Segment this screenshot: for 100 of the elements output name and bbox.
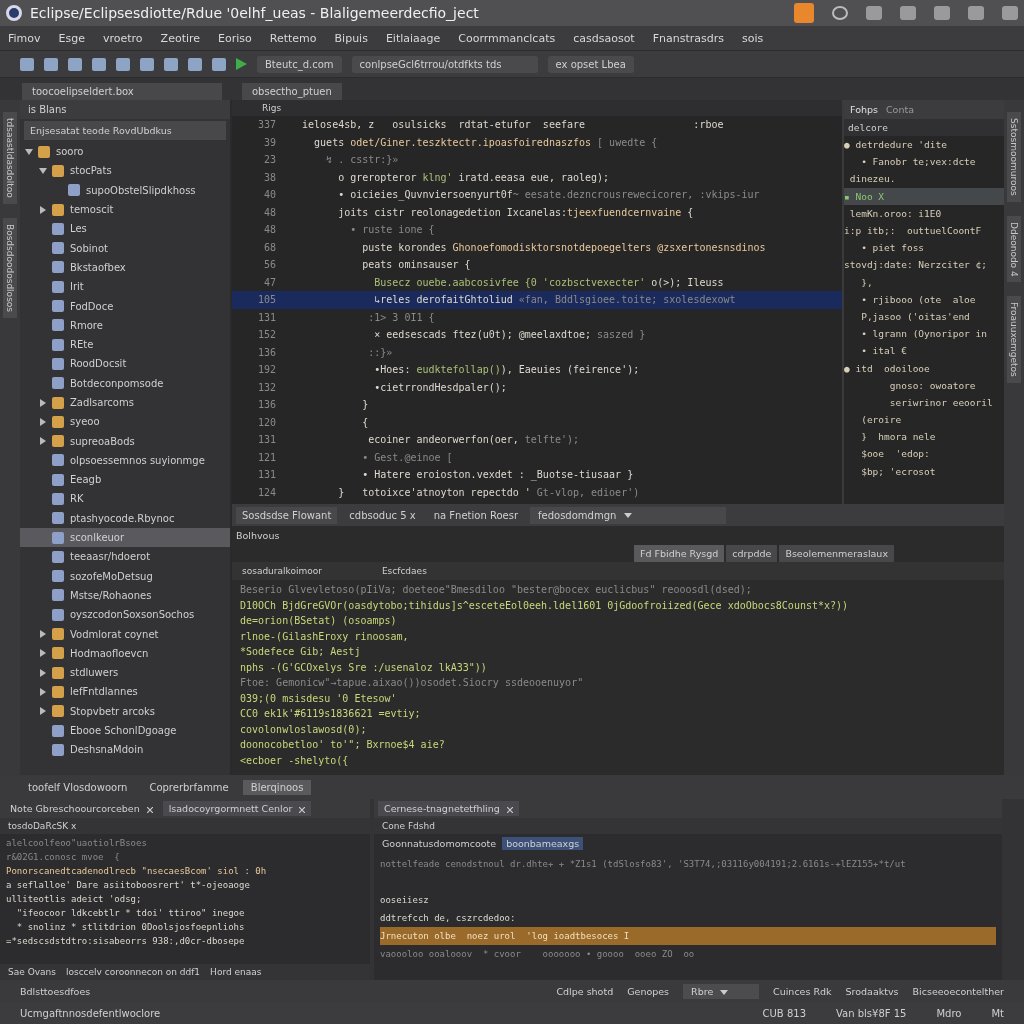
filter-dropdown[interactable]: Enjsesatat teode RovdUbdkus	[24, 121, 226, 140]
outline-item[interactable]: • lgrann (Oynoripor in	[844, 325, 1004, 343]
expand-arrow-icon[interactable]	[40, 707, 46, 716]
outline-item[interactable]: },	[844, 273, 1004, 291]
expand-arrow-icon[interactable]	[40, 649, 46, 658]
expand-arrow-icon[interactable]	[40, 687, 46, 696]
tree-item[interactable]: oyszcodonSoxsonSochos	[20, 605, 230, 625]
outline-item[interactable]: i:p itb;: outtuelCoontF	[844, 221, 1004, 240]
tree-item[interactable]: DeshsnaMdoin	[20, 740, 230, 760]
breadcrumb[interactable]: Rigs	[262, 103, 282, 113]
outline-item[interactable]: ● itd odoilooe	[844, 359, 1004, 377]
tree-item[interactable]: supreoaBods	[20, 431, 230, 451]
console-action-button[interactable]: cdrpdde	[726, 545, 778, 562]
tree-item[interactable]: RoodDocsit	[20, 354, 230, 374]
filter-tab[interactable]: sosaduralkoimoor	[242, 566, 322, 576]
editor-tab[interactable]: obsectho_ptuen	[242, 83, 342, 100]
outline-item[interactable]: lemKn.oroo: i1E0	[844, 204, 1004, 222]
project-path-field[interactable]: conlpseGcl6trrou/otdfkts tds	[351, 55, 538, 73]
tree-item[interactable]: stocPats	[20, 161, 230, 181]
console-tab[interactable]: na Fnetion Roesr	[427, 506, 524, 524]
tree-item[interactable]: Stopvbetr arcoks	[20, 701, 230, 721]
menu-item[interactable]: Bipuis	[334, 31, 368, 45]
menu-item[interactable]: Eoriso	[218, 31, 252, 45]
expand-arrow-icon[interactable]	[40, 205, 46, 214]
tree-item[interactable]: stdluwers	[20, 663, 230, 683]
tree-item[interactable]: RK	[20, 489, 230, 509]
tree-item[interactable]: Zadlsarcoms	[20, 392, 230, 413]
menu-item[interactable]: sois	[742, 31, 764, 45]
outline-item[interactable]: seriwrinor eeooril	[844, 393, 1004, 411]
toolbar-label[interactable]: Bdlsttoesdfoes	[20, 985, 91, 997]
console-tab[interactable]: cdbsoduc 5 x	[343, 506, 422, 524]
outline-item[interactable]: ● detrdedure 'dite	[844, 136, 1004, 154]
panel-tab[interactable]: Blerqinoos	[242, 779, 312, 795]
menu-item[interactable]: Esge	[58, 31, 85, 45]
side-view-tab[interactable]: Bosdsdoodosdlosos	[3, 217, 17, 318]
tree-item[interactable]: sozofeMoDetsug	[20, 566, 230, 586]
close-icon[interactable]	[146, 806, 153, 813]
console-action-button[interactable]: Bseolemenmeraslaux	[779, 545, 894, 562]
tree-item[interactable]: temoscit	[20, 199, 230, 220]
tree-item[interactable]: Irit	[20, 277, 230, 297]
tree-item[interactable]: Bkstaofbex	[20, 257, 230, 278]
tree-item[interactable]: Eeagb	[20, 470, 230, 490]
outline-item[interactable]: $ooe 'edop:	[844, 445, 1004, 463]
close-icon[interactable]	[506, 806, 513, 813]
side-view-tab[interactable]: tdsaastldasdoltoo	[3, 112, 17, 204]
outline-item[interactable]: } hmora nele	[844, 428, 1004, 446]
expand-arrow-icon[interactable]	[40, 630, 46, 639]
tree-item[interactable]: Sobinot	[20, 238, 230, 258]
outline-item[interactable]: dinezeu.	[844, 170, 1004, 188]
tree-item[interactable]: Vodmlorat coynet	[20, 624, 230, 644]
close-icon[interactable]	[299, 806, 306, 813]
perspective-dropdown[interactable]: ex opset Lbea	[547, 55, 634, 73]
tree-item[interactable]: Mstse/Rohaones	[20, 585, 230, 606]
tree-item[interactable]: Botdeconpomsode	[20, 373, 230, 393]
side-view-tab[interactable]: Sstosmoomuroos	[1007, 112, 1021, 202]
footer-item[interactable]: Sae Ovans	[8, 967, 56, 977]
panel-tab[interactable]: Cernese-tnagnetetfhling	[378, 801, 519, 816]
menu-item[interactable]: Fimov	[8, 31, 41, 45]
outline-tab[interactable]: Fohps	[850, 104, 878, 115]
toolbar-item[interactable]: Srodaaktvs	[845, 985, 899, 997]
tree-item[interactable]: FodDoce	[20, 296, 230, 316]
tree-item[interactable]: ptashyocode.Rbynoc	[20, 508, 230, 528]
panel-tab[interactable]: Coprerbrfamme	[141, 779, 237, 795]
panel-tab[interactable]: Note Gbreschoourcorceben	[4, 801, 159, 816]
menu-item[interactable]: vroetro	[103, 31, 143, 45]
filter-tab[interactable]: Escfcdaes	[381, 566, 427, 576]
outline-tab[interactable]: Conta	[885, 104, 914, 115]
outline-item[interactable]: • piet foss	[844, 239, 1004, 257]
tree-item[interactable]: supoObstelSlipdkhoss	[20, 180, 230, 200]
panel-tab[interactable]: lsadocoyrgormnett Cenlor	[162, 801, 312, 816]
tree-item[interactable]: Les	[20, 219, 230, 239]
console-action-button[interactable]: Fd Fbidhe Rysgd	[634, 545, 725, 562]
outline-item[interactable]: • rjibooo (ote aloe	[844, 290, 1004, 308]
outline-item[interactable]: • Fanobr te;vex:dcte	[844, 153, 1004, 171]
outline-item[interactable]: gnoso: owoatore	[844, 376, 1004, 394]
menu-item[interactable]: Eitlaiaage	[385, 31, 441, 45]
run-configuration-dropdown[interactable]: Bteutc_d.com	[257, 55, 342, 73]
expand-arrow-icon[interactable]	[40, 417, 46, 426]
toolbar-item[interactable]: Genopes	[627, 985, 670, 997]
tree-item[interactable]: Ebooe SchonlDgoage	[20, 720, 230, 741]
side-view-tab[interactable]: Froauuxemgetos	[1007, 296, 1021, 384]
outline-item[interactable]: (eroire	[844, 411, 1004, 429]
menu-item[interactable]: Rettemo	[269, 31, 317, 45]
footer-item[interactable]: losccelv coroonnecon on ddf1	[65, 967, 201, 977]
tree-item[interactable]: Hodmaofloevcn	[20, 643, 230, 663]
view-tab[interactable]: toocoelipseldert.box	[22, 83, 222, 100]
toolbar-item[interactable]: Cuinces Rdk	[773, 985, 832, 997]
tree-item[interactable]: Rmore	[20, 315, 230, 335]
expand-arrow-icon[interactable]	[40, 398, 46, 407]
menu-item[interactable]: casdsaosot	[573, 31, 635, 45]
toolbar-item[interactable]: Bicseeoecontelther	[912, 985, 1004, 997]
tree-item[interactable]: olpsoessemnos suyionmge	[20, 450, 230, 471]
path-chip[interactable]: boonbameaxgs	[502, 837, 584, 850]
console-dropdown[interactable]: fedosdomdmgn	[530, 506, 726, 524]
toolbar-item[interactable]: Cdlpe shotd	[556, 985, 614, 997]
outline-item[interactable]: P,jasoo ('oitas'end	[844, 307, 1004, 326]
outline-item[interactable]: ▪ Noo X	[844, 187, 1004, 205]
console-tab[interactable]: Sosdsdse Flowant	[236, 506, 338, 524]
outline-item[interactable]: • ital €	[844, 342, 1004, 360]
panel-tab[interactable]: toofelf Vlosdowoorn	[20, 779, 136, 795]
